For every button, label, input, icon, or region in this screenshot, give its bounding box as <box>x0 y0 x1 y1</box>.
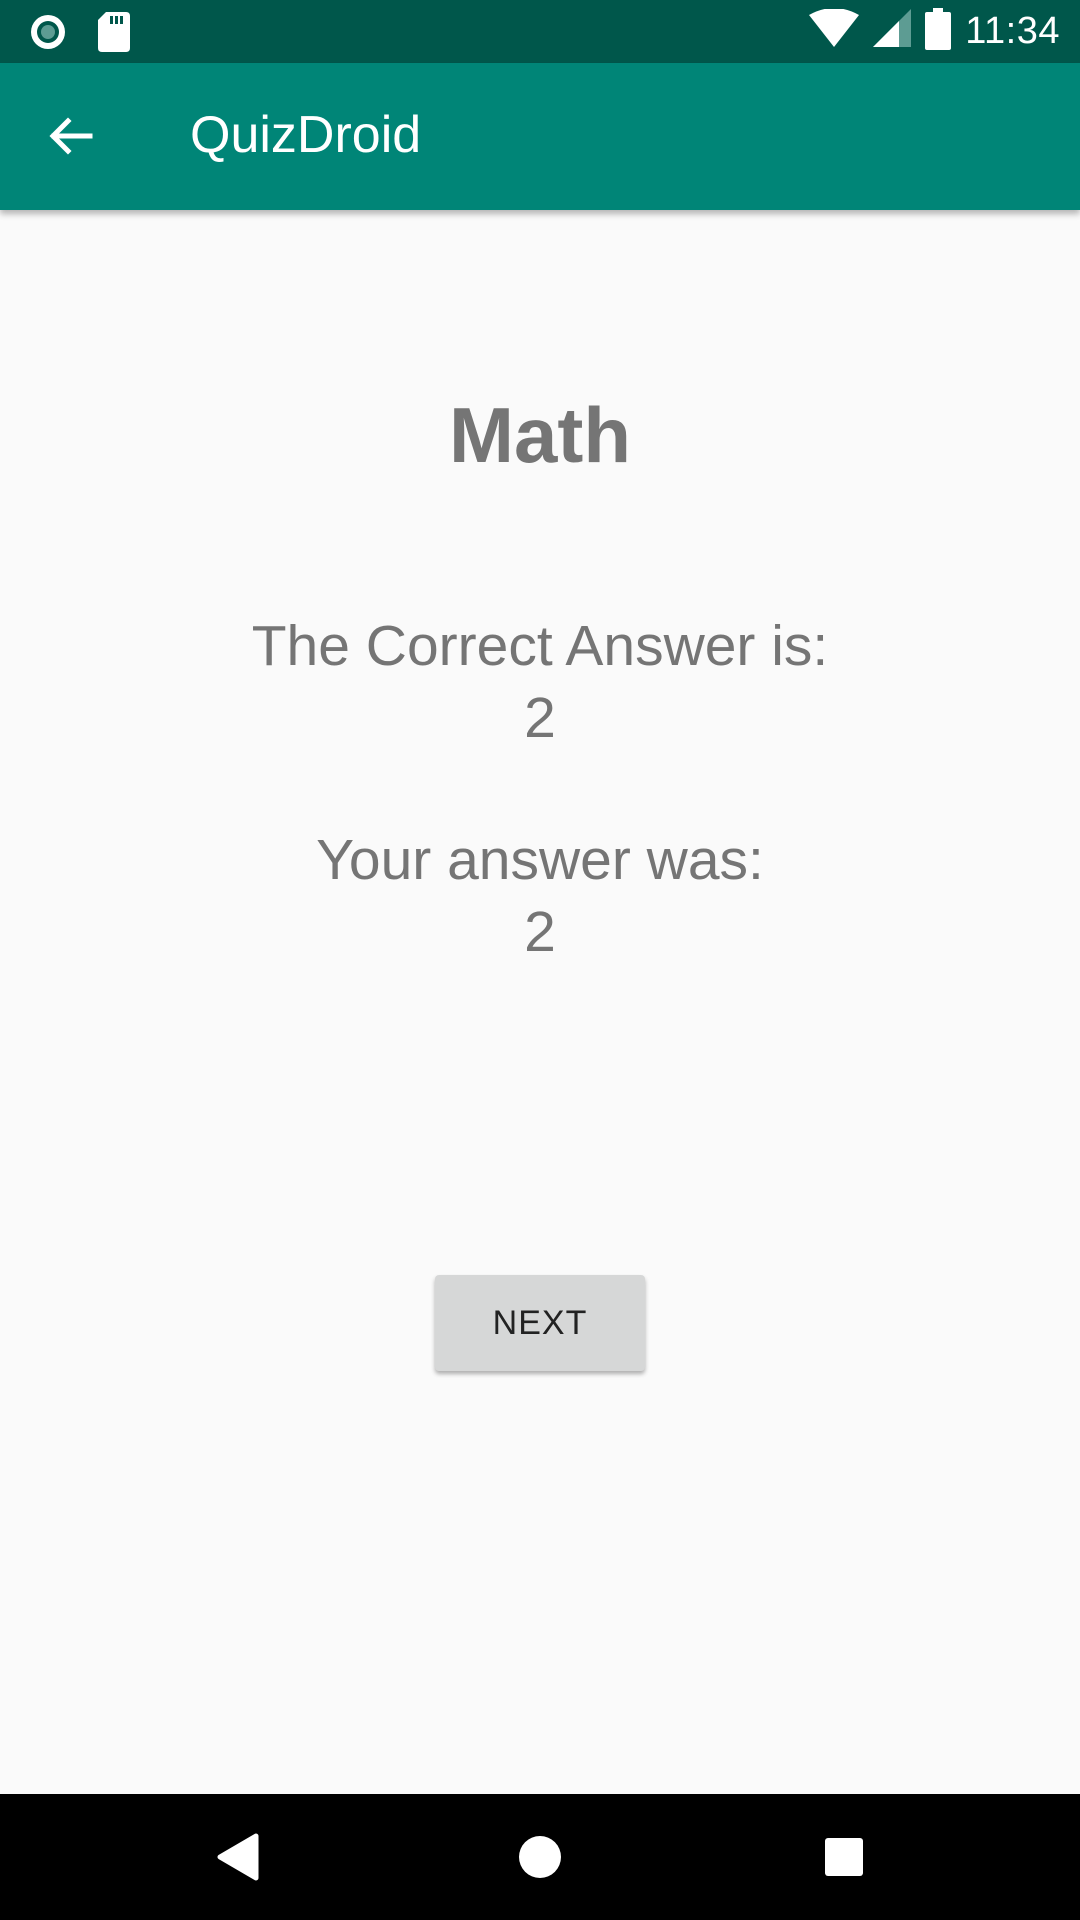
back-button[interactable] <box>30 98 110 178</box>
sd-card-icon <box>98 12 130 57</box>
correct-answer-value: 2 <box>524 686 556 750</box>
user-answer-block: Your answer was: 2 <box>0 824 1080 968</box>
recents-square-icon[interactable] <box>814 1827 874 1887</box>
subject-title: Math <box>449 391 631 479</box>
next-button[interactable]: NEXT <box>435 1275 645 1371</box>
battery-icon <box>925 8 952 55</box>
status-time: 11:34 <box>965 10 1060 52</box>
wifi-icon <box>809 8 860 54</box>
status-bar: 11:34 <box>0 0 1080 63</box>
correct-answer-label: The Correct Answer is: <box>251 614 829 678</box>
home-circle-icon[interactable] <box>510 1827 570 1887</box>
signal-icon <box>873 9 912 54</box>
record-icon <box>28 12 68 57</box>
correct-answer-block: The Correct Answer is: 2 <box>0 610 1080 754</box>
user-answer-label: Your answer was: <box>316 828 764 892</box>
navigation-bar <box>0 1794 1080 1920</box>
back-triangle-icon[interactable] <box>207 1827 267 1887</box>
app-title: QuizDroid <box>190 106 422 164</box>
arrow-back-icon <box>46 112 94 165</box>
app-bar: QuizDroid <box>0 63 1080 210</box>
main-content: Math The Correct Answer is: 2 Your answe… <box>0 210 1080 1794</box>
user-answer-value: 2 <box>524 900 556 964</box>
